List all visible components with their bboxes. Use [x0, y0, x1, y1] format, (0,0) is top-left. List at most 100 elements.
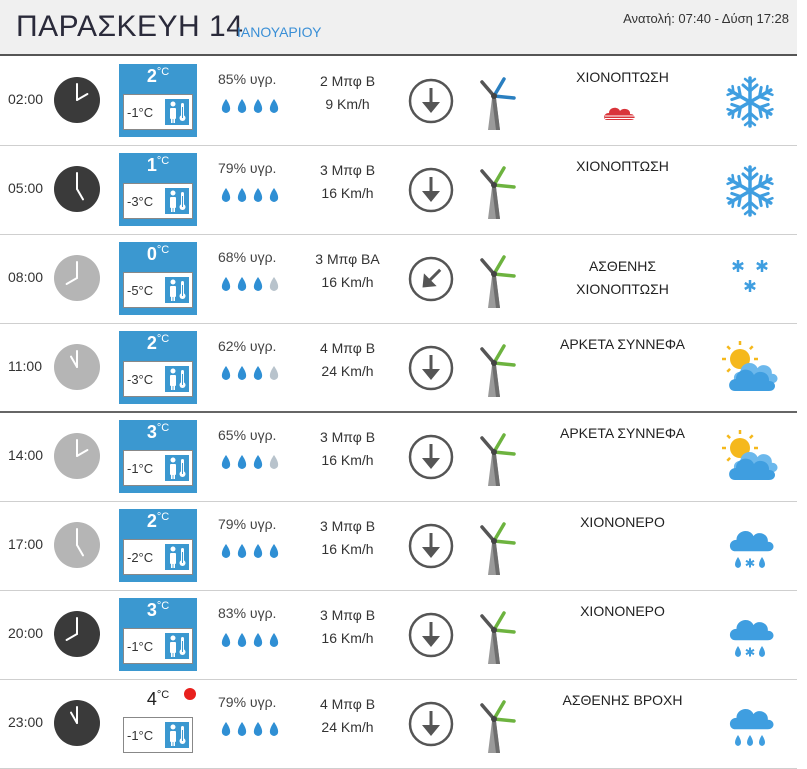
wind-beaufort: 3 Μπφ ΒΑ [315, 251, 380, 267]
clock-icon [53, 521, 101, 569]
temperature-box: 2°C -1°C [119, 64, 197, 137]
wind-direction-arrow-icon [408, 612, 454, 658]
sun-cloud-icon [722, 430, 778, 486]
feels-like-box: -3°C [123, 183, 193, 219]
min-temperature: -1°C [127, 728, 154, 743]
light-snow-icon [722, 252, 778, 308]
min-temperature: -3°C [127, 194, 154, 209]
wind-speed: 16 Km/h [321, 541, 374, 557]
weather-description: ΑΣΘΕΝΗΣ ΒΡΟΧΗ [562, 692, 683, 708]
forecast-row: 02:00 2°C -1°C 85% υγρ. 2 Μπφ Β 9 Km/h Χ… [0, 57, 797, 146]
wind-speed: 9 Km/h [325, 96, 370, 112]
weather-description: ΧΙΟΝΟΝΕΡΟ [580, 603, 665, 619]
wind-beaufort: 4 Μπφ Β [319, 340, 376, 356]
weather-description: ΧΙΟΝΟΠΤΩΣΗ [576, 69, 669, 85]
humidity-label: 68% υγρ. [218, 249, 277, 265]
wind-beaufort: 3 Μπφ Β [319, 607, 376, 623]
wind-beaufort: 4 Μπφ Β [319, 696, 376, 712]
sleet-icon [722, 608, 778, 664]
wind-info: 4 Μπφ Β 24 Km/h [300, 693, 395, 739]
forecast-row: 11:00 2°C -3°C 62% υγρ. 4 Μπφ Β 24 Km/h [0, 324, 797, 413]
snowflake-icon [722, 74, 778, 130]
clock-icon [53, 165, 101, 213]
humidity-drops-icon [218, 720, 282, 738]
wind-turbine-icon [468, 165, 516, 221]
wind-turbine-icon [468, 343, 516, 399]
max-temperature: 1°C [146, 155, 170, 175]
max-temperature: 3°C [146, 422, 170, 442]
temperature-box: 2°C -3°C [119, 331, 197, 404]
clock-icon [53, 76, 101, 124]
wind-turbine-icon [468, 521, 516, 577]
wind-beaufort: 3 Μπφ Β [319, 162, 376, 178]
clock-icon [53, 610, 101, 658]
temperature-box: 3°C -1°C [119, 598, 197, 671]
wind-info: 3 Μπφ Β 16 Km/h [300, 159, 395, 205]
min-temperature: -2°C [127, 550, 154, 565]
wind-direction-arrow-icon [408, 78, 454, 124]
red-cloud-icon [603, 104, 637, 124]
humidity-label: 79% υγρ. [218, 516, 277, 532]
weather-description: ΑΡΚΕΤΑ ΣΥΝΝΕΦΑ [560, 425, 685, 441]
day-header: ΠΑΡΑΣΚΕΥΗ 14 ΙΑΝΟΥΑΡΙΟΥ Ανατολή: 07:40 -… [0, 0, 797, 56]
humidity-label: 79% υγρ. [218, 160, 277, 176]
humidity-label: 85% υγρ. [218, 71, 277, 87]
forecast-row: 17:00 2°C -2°C 79% υγρ. 3 Μπφ Β 16 Km/h [0, 502, 797, 591]
wind-speed: 16 Km/h [321, 630, 374, 646]
max-temperature: 2°C [146, 511, 170, 531]
feels-like-box: -3°C [123, 361, 193, 397]
temperature-box: 0°C -5°C [119, 242, 197, 315]
wind-beaufort: 2 Μπφ Β [319, 73, 376, 89]
snowflake-icon [722, 163, 778, 219]
temperature-box: 1°C -3°C [119, 153, 197, 226]
clock-icon [53, 699, 101, 747]
forecast-row: 14:00 3°C -1°C 65% υγρ. 3 Μπφ Β 16 Km/h [0, 413, 797, 502]
feels-like-person-icon [165, 633, 189, 659]
wind-info: 3 Μπφ Β 16 Km/h [300, 426, 395, 472]
max-temperature: 2°C [146, 333, 170, 353]
humidity-label: 79% υγρ. [218, 694, 277, 710]
feels-like-box: -1°C [123, 450, 193, 486]
forecast-row: 08:00 0°C -5°C 68% υγρ. 3 Μπφ ΒΑ 16 Km/h [0, 235, 797, 324]
wind-speed: 16 Km/h [321, 452, 374, 468]
time-label: 23:00 [8, 714, 44, 730]
wind-speed: 24 Km/h [321, 363, 374, 379]
time-label: 11:00 [8, 358, 42, 374]
wind-turbine-icon [468, 610, 516, 666]
sun-cloud-icon [722, 341, 778, 397]
max-temperature: 3°C [146, 600, 170, 620]
temperature-box: 2°C -2°C [119, 509, 197, 582]
feels-like-person-icon [165, 544, 189, 570]
min-temperature: -3°C [127, 372, 154, 387]
sunrise-sunset: Ανατολή: 07:40 - Δύση 17:28 [623, 11, 789, 26]
feels-like-person-icon [165, 455, 189, 481]
alert-dot-icon [184, 688, 196, 700]
humidity-label: 62% υγρ. [218, 338, 277, 354]
feels-like-person-icon [165, 99, 189, 125]
wind-direction-arrow-icon [408, 523, 454, 569]
feels-like-box: -1°C [123, 94, 193, 130]
time-label: 08:00 [8, 269, 44, 285]
weather-description: ΧΙΟΝΟΠΤΩΣΗ [576, 158, 669, 174]
wind-direction-arrow-icon [408, 434, 454, 480]
feels-like-person-icon [165, 188, 189, 214]
clock-icon [53, 432, 101, 480]
wind-direction-arrow-icon [408, 701, 454, 747]
wind-info: 3 Μπφ Β 16 Km/h [300, 604, 395, 650]
wind-turbine-icon [468, 432, 516, 488]
wind-turbine-icon [468, 76, 516, 132]
wind-speed: 16 Km/h [321, 274, 374, 290]
humidity-drops-icon [218, 275, 282, 293]
humidity-label: 65% υγρ. [218, 427, 277, 443]
rain-icon [722, 697, 778, 753]
clock-icon [53, 254, 101, 302]
time-label: 20:00 [8, 625, 44, 641]
min-temperature: -1°C [127, 461, 154, 476]
feels-like-box: -1°C [123, 717, 193, 753]
temperature-box: 3°C -1°C [119, 420, 197, 493]
min-temperature: -5°C [127, 283, 154, 298]
feels-like-box: -5°C [123, 272, 193, 308]
weather-description: ΑΣΘΕΝΗΣ ΧΙΟΝΟΠΤΩΣΗ [576, 258, 669, 297]
max-temperature: 2°C [146, 66, 170, 86]
wind-beaufort: 3 Μπφ Β [319, 429, 376, 445]
